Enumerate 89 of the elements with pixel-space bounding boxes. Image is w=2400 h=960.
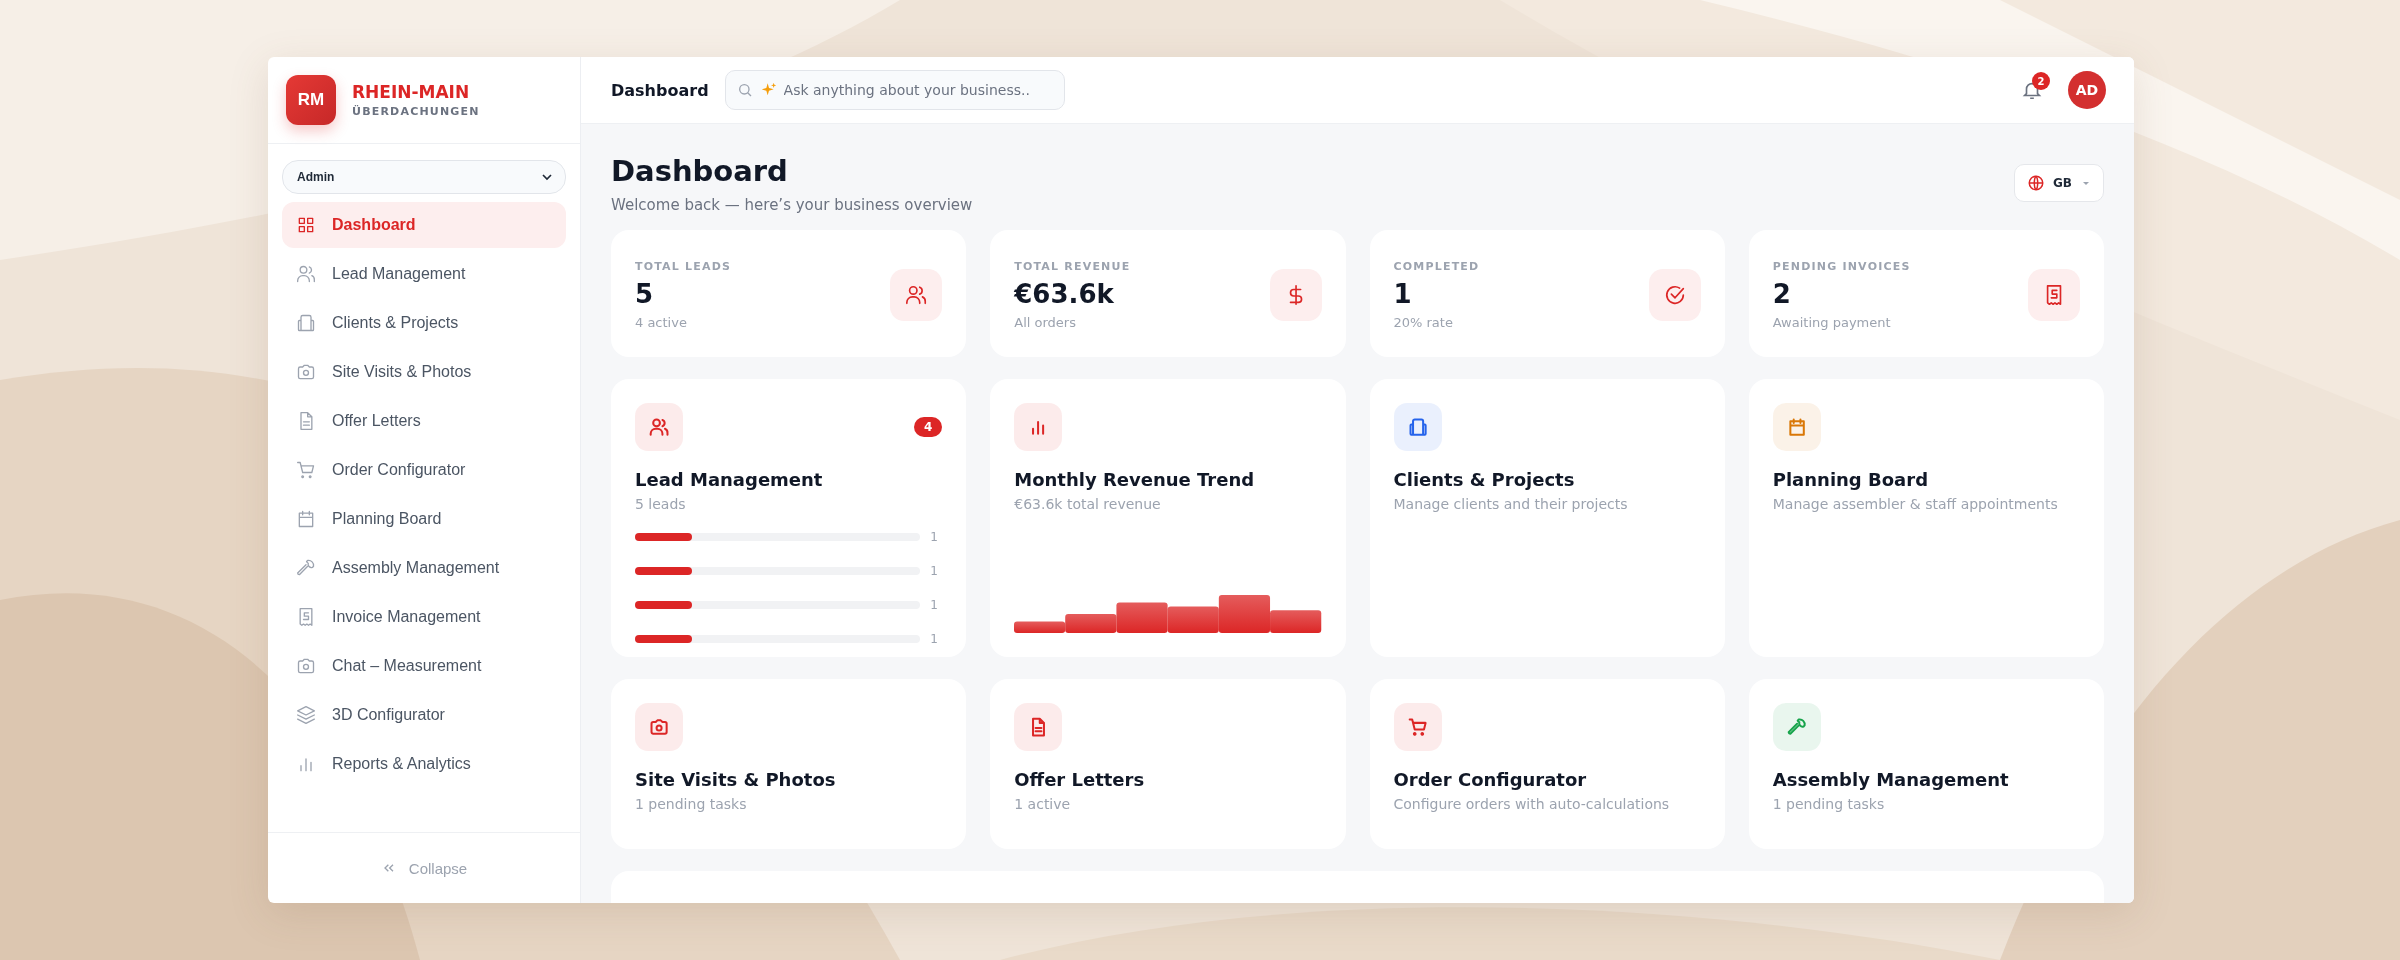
module-subtitle: Manage assembler & staff appointments: [1772, 496, 2059, 512]
brand-subtitle: ÜBERDACHUNGEN: [352, 105, 480, 118]
brand-name: RHEIN-MAIN: [352, 82, 471, 102]
notification-count: 2: [2032, 72, 2050, 90]
stat-note: All orders: [1014, 314, 1077, 330]
stat-value: 2: [1772, 278, 1792, 309]
module-card[interactable]: 4 Lead Management 5 leads 1 1 1 1: [611, 379, 967, 657]
module-card[interactable]: Clients & Projects Manage clients and their projects: [1369, 379, 1725, 657]
stat-label: PENDING INVOICES: [1772, 259, 1911, 273]
sidebar-item[interactable]: Invoice Management: [282, 594, 566, 640]
role-select[interactable]: Admin: [282, 160, 566, 194]
search-icon: [736, 82, 753, 98]
stat-note: 4 active: [635, 314, 688, 330]
sidebar-item[interactable]: Chat – Measurement: [282, 643, 566, 689]
users-icon: [296, 264, 316, 284]
module-subtitle: Manage clients and their projects: [1393, 496, 1629, 512]
module-card[interactable]: Planning Board Manage assembler & staff appointments: [1748, 379, 2104, 657]
module-title: Site Visits & Photos: [635, 769, 837, 790]
sidebar-item[interactable]: Lead Management: [282, 251, 566, 297]
globe-icon: [2027, 174, 2045, 192]
camera-icon: [635, 703, 683, 751]
module-subtitle: 1 active: [1014, 796, 1072, 812]
sidebar-item[interactable]: Clients & Projects: [282, 300, 566, 346]
camera-icon: [296, 656, 316, 676]
revenue-bar: [1167, 606, 1220, 633]
stat-value: 5: [635, 278, 655, 309]
module-subtitle: 1 pending tasks: [1772, 796, 1886, 812]
module-title: Planning Board: [1772, 469, 1930, 490]
stat-note: Awaiting payment: [1772, 314, 1892, 330]
stat-label: TOTAL REVENUE: [1014, 259, 1131, 273]
module-card[interactable]: Offer Letters 1 active: [990, 679, 1346, 849]
stat-note: 20% rate: [1393, 314, 1454, 330]
module-card[interactable]: Assembly Management 1 pending tasks: [1748, 679, 2104, 849]
module-subtitle: €63.6k total revenue: [1014, 496, 1162, 512]
avatar[interactable]: AD: [2068, 71, 2106, 109]
progress-value: 1: [930, 632, 939, 646]
module-subtitle: Configure orders with auto-calculations: [1393, 796, 1671, 812]
cart-icon: [296, 460, 316, 480]
document-icon: [1014, 703, 1063, 751]
sparkle-icon: [760, 82, 777, 98]
stat-value: €63.6k: [1014, 278, 1115, 309]
module-title: Lead Management: [635, 469, 824, 490]
camera-icon: [296, 362, 316, 382]
calendar-icon: [296, 509, 316, 529]
cart-icon: [1393, 703, 1442, 751]
language-select[interactable]: GB: [2014, 164, 2104, 202]
progress-value: 1: [930, 530, 939, 544]
sidebar-item[interactable]: Assembly Management: [282, 545, 566, 591]
header-title: Dashboard: [611, 80, 709, 100]
notifications-button[interactable]: 2: [2012, 70, 2052, 110]
sidebar-item[interactable]: Reports & Analytics: [282, 741, 566, 787]
module-card[interactable]: Monthly Revenue Trend €63.6k total revenue: [990, 379, 1346, 657]
device-icon: [296, 313, 316, 333]
count-badge: 4: [913, 417, 943, 437]
sidebar-item[interactable]: Dashboard: [282, 202, 566, 248]
module-title: Assembly Management: [1772, 769, 2010, 790]
stat-label: COMPLETED: [1393, 259, 1480, 273]
sidebar-item[interactable]: 3D Configurator: [282, 692, 566, 738]
sidebar-item[interactable]: Planning Board: [282, 496, 566, 542]
module-card[interactable]: Site Visits & Photos 1 pending tasks: [611, 679, 967, 849]
users-icon: [635, 403, 683, 451]
users-icon: [890, 268, 943, 321]
search-field[interactable]: Ask anything about your business..: [724, 70, 1065, 110]
wrench-icon: [296, 558, 316, 578]
progress-value: 1: [930, 598, 939, 612]
calendar-icon: [1772, 403, 1821, 451]
wrench-icon: [1772, 703, 1821, 751]
page-title: Dashboard: [611, 154, 789, 188]
page-subtitle: Welcome back — here’s your business overview: [611, 196, 973, 214]
bar-chart-icon: [1014, 403, 1063, 451]
stat-label: TOTAL LEADS: [635, 259, 732, 273]
sidebar-item[interactable]: Site Visits & Photos: [282, 349, 566, 395]
grid-icon: [296, 215, 316, 235]
layers-icon: [296, 705, 316, 725]
module-subtitle: 5 leads: [635, 496, 687, 512]
module-title: Clients & Projects: [1393, 469, 1576, 490]
module-subtitle: 1 pending tasks: [635, 796, 748, 812]
device-icon: [1393, 403, 1442, 451]
module-card[interactable]: Order Configurator Configure orders with auto-calculations: [1369, 679, 1725, 849]
progress-value: 1: [930, 564, 939, 578]
sidebar-item[interactable]: Offer Letters: [282, 398, 566, 444]
dollar-icon: [1269, 268, 1322, 321]
module-title: Offer Letters: [1014, 769, 1146, 790]
sidebar-item[interactable]: Order Configurator: [282, 447, 566, 493]
stat-value: 1: [1393, 278, 1413, 309]
module-title: Order Configurator: [1393, 769, 1588, 790]
receipt-icon: [2028, 268, 2080, 321]
logo: RM: [286, 75, 336, 125]
module-title: Monthly Revenue Trend: [1014, 469, 1256, 490]
